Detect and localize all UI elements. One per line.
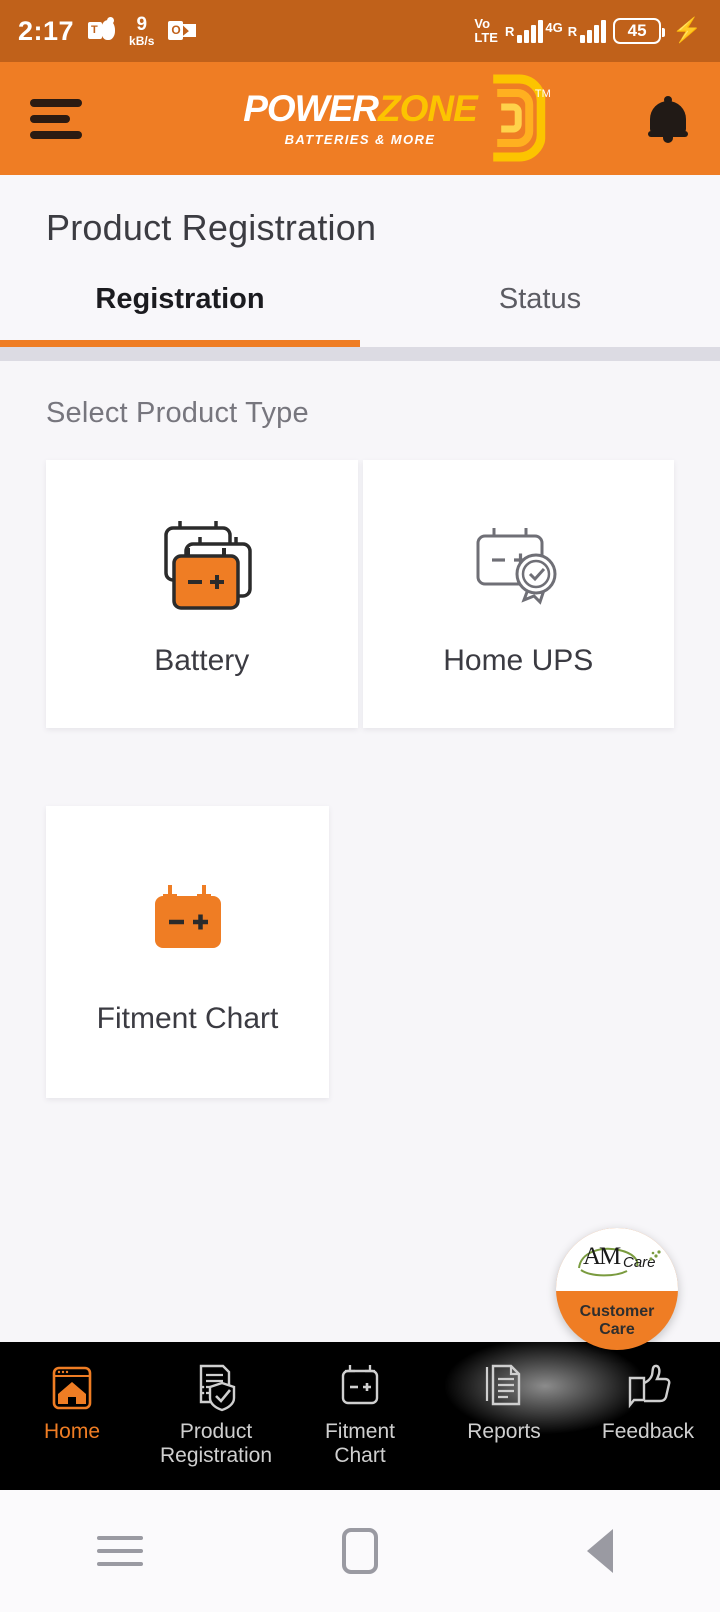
- orange-battery-icon: [142, 868, 234, 972]
- logo-tagline: BATTERIES & MORE: [284, 132, 436, 147]
- nav-label-line-1: Reports: [467, 1420, 541, 1443]
- page-header: Product Registration Registration Status: [0, 175, 720, 361]
- product-card-battery[interactable]: Battery: [46, 460, 358, 728]
- recents-icon[interactable]: [60, 1516, 180, 1586]
- product-type-row-2: Fitment Chart: [46, 806, 674, 1098]
- android-home-icon[interactable]: [300, 1516, 420, 1586]
- logo-wordmark: POWERZONE: [243, 88, 478, 129]
- page-title: Product Registration: [46, 207, 377, 248]
- battery-level: 45: [627, 21, 647, 40]
- product-card-fitment-chart[interactable]: Fitment Chart: [46, 806, 329, 1098]
- fab-label-line-1: Customer: [579, 1302, 655, 1320]
- logo-trademark: TM: [534, 88, 551, 100]
- roaming-label-sim2: R: [567, 23, 578, 39]
- logo-word-zone: ZONE: [378, 88, 478, 129]
- product-card-label: Home UPS: [443, 644, 594, 677]
- nav-label: Fitment Chart: [325, 1420, 395, 1468]
- microsoft-teams-icon: [88, 16, 116, 45]
- nav-label-line-1: Feedback: [601, 1420, 695, 1443]
- logo-text: POWERZONE BATTERIES & MORE: [243, 88, 478, 147]
- nav-item-feedback[interactable]: Feedback: [576, 1358, 720, 1444]
- nav-item-home[interactable]: Home: [0, 1358, 144, 1444]
- amcare-dots-icon: [649, 1250, 661, 1261]
- nav-label: Product Registration: [160, 1420, 272, 1468]
- documents-icon: [478, 1358, 530, 1416]
- android-system-navigation-bar: [0, 1490, 720, 1612]
- powerzone-logo: POWERZONE BATTERIES & MORE TM: [243, 74, 551, 161]
- android-back-icon[interactable]: [540, 1516, 660, 1586]
- nav-label-line-1: Home: [43, 1420, 101, 1443]
- nav-item-reports[interactable]: Reports: [432, 1358, 576, 1444]
- product-card-label: Battery: [154, 644, 250, 677]
- product-card-label: Fitment Chart: [96, 1002, 279, 1035]
- amcare-logo: AM Care: [571, 1240, 663, 1280]
- status-time: 2:17: [18, 15, 75, 46]
- network-speed-unit: kB/s: [129, 34, 155, 48]
- nav-item-fitment-chart[interactable]: Fitment Chart: [288, 1358, 432, 1468]
- battery-award-icon: [468, 510, 568, 614]
- product-type-row-1: Battery Home UPS: [46, 460, 674, 728]
- signal-bars-sim1: R 4G: [504, 19, 563, 43]
- nav-label-line-1: Fitment: [324, 1420, 395, 1443]
- home-window-icon: [46, 1358, 98, 1416]
- nav-label-line-2: Registration: [159, 1443, 273, 1467]
- network-speed-indicator: 9 kB/s: [129, 15, 154, 47]
- status-bar-left: 2:17 9 kB/s: [18, 15, 197, 47]
- volte-indicator: Vo LTE: [474, 17, 498, 44]
- status-bar-right: Vo LTE R 4G R 45 ⚡: [474, 17, 702, 44]
- battery-indicator: 45: [613, 18, 666, 44]
- customer-care-fab[interactable]: AM Care Customer Care: [556, 1228, 678, 1350]
- fab-label-line-2: Care: [599, 1320, 635, 1338]
- bottom-navigation-bar: Home Product Registration Fitment Chart …: [0, 1336, 720, 1490]
- outlook-icon: [168, 19, 197, 43]
- thumbs-up-icon: [622, 1358, 674, 1416]
- main-content: Select Product Type Battery Home UPS Fit…: [0, 361, 720, 1361]
- nav-label: Home: [44, 1420, 100, 1444]
- nav-label: Reports: [467, 1420, 541, 1444]
- battery-outline-icon: [334, 1358, 386, 1416]
- tab-divider: [0, 347, 720, 361]
- tab-registration[interactable]: Registration: [0, 283, 360, 340]
- roaming-label-sim1: R: [504, 23, 515, 39]
- tab-bar: Registration Status: [0, 283, 720, 340]
- section-label: Select Product Type: [46, 397, 309, 429]
- status-bar: 2:17 9 kB/s Vo LTE R 4G R 45 ⚡: [0, 0, 720, 62]
- volte-line-1: Vo: [474, 16, 491, 32]
- network-type-label: 4G: [545, 19, 563, 35]
- network-speed-value: 9: [136, 14, 148, 35]
- bell-icon[interactable]: [646, 95, 690, 143]
- product-card-home-ups[interactable]: Home UPS: [362, 460, 674, 728]
- hamburger-menu-icon[interactable]: [30, 98, 82, 139]
- tab-indicator: [0, 340, 720, 347]
- nav-label: Feedback: [602, 1420, 694, 1444]
- tab-status[interactable]: Status: [360, 283, 720, 340]
- logo-word-power: POWER: [243, 88, 379, 129]
- nav-item-product-registration[interactable]: Product Registration: [144, 1358, 288, 1468]
- volte-line-2: LTE: [474, 30, 498, 45]
- document-shield-icon: [190, 1358, 242, 1416]
- nav-label-line-2: Chart: [334, 1443, 386, 1467]
- amcare-am-text: AM: [583, 1242, 621, 1270]
- bolt-icon: ⚡: [672, 17, 702, 44]
- signal-bars-sim2: R: [567, 19, 607, 43]
- stacked-batteries-icon: [150, 510, 254, 614]
- app-header: POWERZONE BATTERIES & MORE TM: [0, 62, 720, 175]
- nav-label-line-1: Product: [179, 1420, 253, 1443]
